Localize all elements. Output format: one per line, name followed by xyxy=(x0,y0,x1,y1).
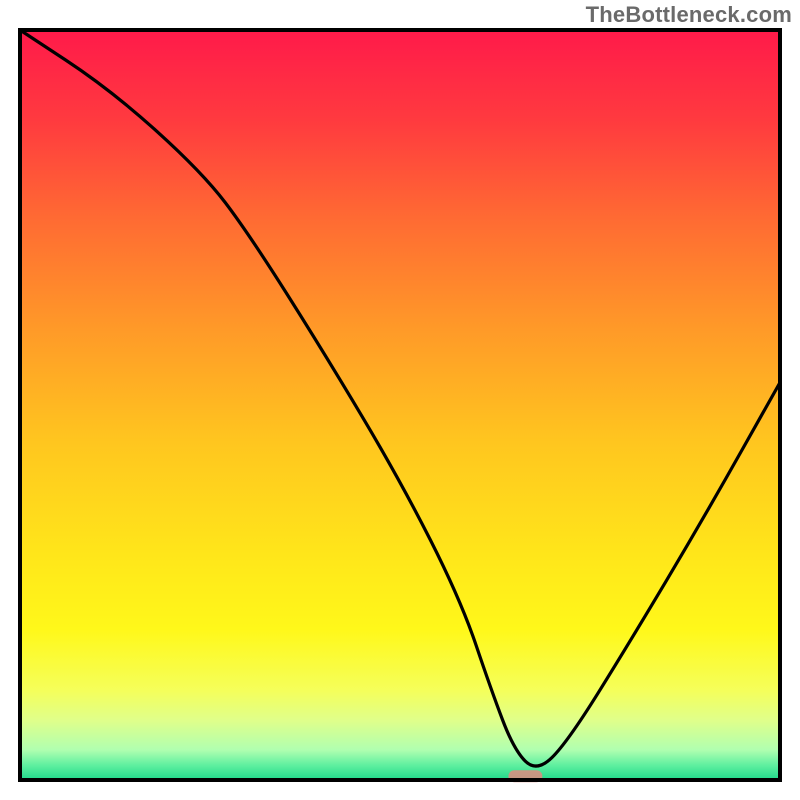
gradient-background xyxy=(20,30,780,780)
watermark-text: TheBottleneck.com xyxy=(586,2,792,28)
bottleneck-chart-svg xyxy=(0,0,800,800)
plot-area xyxy=(20,30,780,782)
